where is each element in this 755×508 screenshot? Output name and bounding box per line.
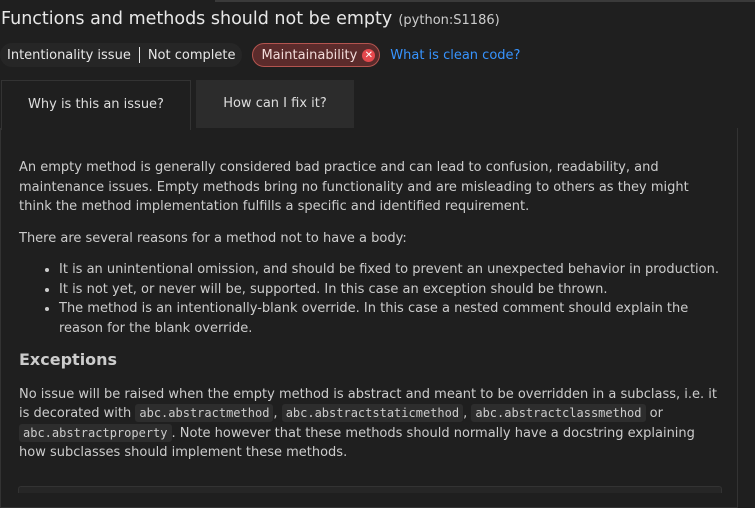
rule-description: An empty method is generally considered …: [0, 128, 738, 508]
code-abstractmethod: abc.abstractmethod: [135, 404, 274, 422]
list-item: It is an unintentional omission, and sho…: [59, 260, 719, 280]
reasons-list: It is an unintentional omission, and sho…: [19, 260, 719, 338]
code-abstractstaticmethod: abc.abstractstaticmethod: [281, 404, 464, 422]
code-abstractclassmethod: abc.abstractclassmethod: [471, 404, 646, 422]
separator: or: [645, 406, 663, 421]
code-block: [18, 486, 722, 493]
severity-high-icon: ✕: [362, 48, 376, 62]
exceptions-heading: Exceptions: [19, 350, 118, 369]
rule-badges: Intentionality issue Not complete Mainta…: [0, 42, 520, 68]
attribute-value: Not complete: [147, 47, 236, 63]
rule-title: Functions and methods should not be empt…: [1, 9, 393, 29]
what-is-clean-code-link[interactable]: What is clean code?: [390, 48, 520, 63]
impact-label: Maintainability: [261, 47, 358, 63]
clean-code-attribute-badge: Intentionality issue Not complete: [0, 43, 243, 67]
code-abstractproperty: abc.abstractproperty: [19, 423, 172, 442]
rule-key: (python:S1186): [398, 13, 500, 28]
tab-why-is-this-an-issue[interactable]: Why is this an issue?: [1, 80, 191, 130]
intro-paragraph: An empty method is generally considered …: [19, 160, 689, 214]
attribute-separator: [138, 47, 140, 63]
impact-badge: Maintainability ✕: [252, 43, 381, 67]
exceptions-paragraph: No issue will be raised when the empty m…: [19, 385, 719, 463]
separator: ,: [273, 406, 282, 421]
list-item: The method is an intentionally-blank ove…: [59, 299, 719, 338]
tab-how-can-i-fix-it[interactable]: How can I fix it?: [196, 80, 354, 128]
list-item: It is not yet, or never will be, support…: [59, 280, 719, 300]
reasons-intro: There are several reasons for a method n…: [19, 230, 407, 246]
top-divider: [215, 0, 755, 2]
attribute-category: Intentionality issue: [7, 47, 131, 63]
rule-header: Functions and methods should not be empt…: [1, 9, 500, 29]
